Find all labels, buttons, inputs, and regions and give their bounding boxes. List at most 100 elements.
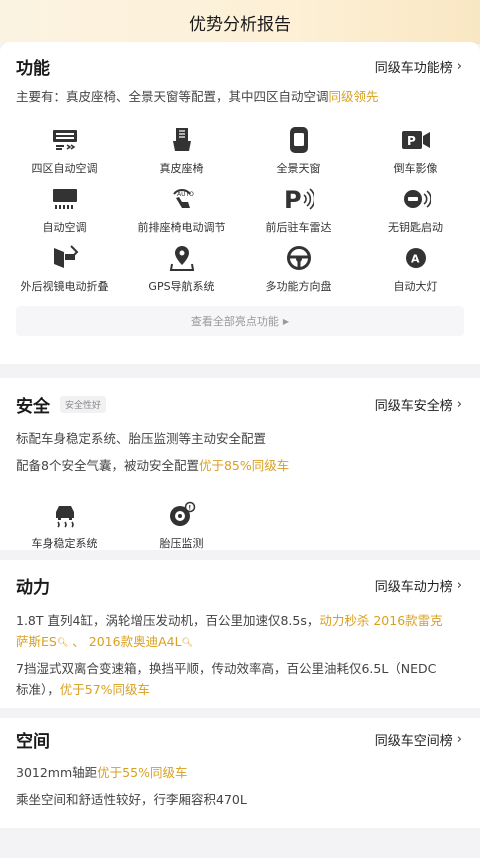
feature-grid: 四区自动空调 真皮座椅 全景天窗 P 倒车影像 自动空调 AUTO 前排座椅电动… [0,123,480,300]
feature-item[interactable]: 真皮座椅 [123,123,240,182]
safety-rank-link[interactable]: 同级车安全榜 › [375,395,462,414]
feature-label: 无钥匙启动 [388,221,443,234]
power-title: 动力 [16,577,50,598]
chevron-right-icon: › [456,58,462,74]
search-icon: 🔍︎ [181,638,193,648]
feature-label: 自动空调 [42,221,87,234]
feature-label: 全景天窗 [276,162,321,175]
function-title: 功能 [16,58,50,79]
space-line2: 乘坐空间和舒适性较好，行李厢容积470L [16,792,247,807]
feature-label: 多功能方向盘 [265,280,332,293]
sunroof-icon [284,125,314,155]
triangle-right-icon: ▶ [282,316,290,326]
feature-item[interactable]: 自动空调 [6,182,123,241]
power-seat-icon: AUTO [167,184,197,214]
feature-item[interactable]: 无钥匙启动 [357,182,474,241]
safety-line2: 配备8个安全气囊，被动安全配置优于85%同级车 [0,455,480,476]
feature-item[interactable]: ! 胎压监测 [123,498,240,557]
feature-item[interactable]: P 倒车影像 [357,123,474,182]
power-line2: 7挡湿式双离合变速箱，换挡平顺，传动效率高，百公里油耗仅6.5L（NEDC 标准）… [0,658,480,700]
feature-label: 前后驻车雷达 [265,221,332,234]
power-rank-link[interactable]: 同级车动力榜 › [375,576,462,595]
feature-item[interactable]: 四区自动空调 [6,123,123,182]
space-line1-highlight: 优于55%同级车 [97,765,188,780]
top-bar: 优势分析报告 [0,0,480,44]
space-card: 空间 同级车空间榜 › 3012mm轴距优于55%同级车 乘坐空间和舒适性较好，… [0,718,480,828]
safety-rank-label: 同级车安全榜 [374,398,453,414]
feature-item[interactable]: 全景天窗 [240,123,357,182]
svg-text:A: A [411,253,420,266]
auto-ac-icon [50,184,80,214]
feature-label: 倒车影像 [393,162,438,175]
compare-link-audi-label: 2016款奥迪A4L [88,634,182,649]
space-title: 空间 [16,731,50,752]
feature-item[interactable]: GPS导航系统 [123,241,240,300]
seat-icon [167,125,197,155]
feature-label: 前排座椅电动调节 [137,221,226,234]
power-header: 动力 同级车动力榜 › [0,560,480,610]
power-line2-text-b: 标准）， [16,682,60,697]
compare-link-lexus-b: 萨斯ES [16,634,57,649]
safety-feature-grid: 车身稳定系统 ! 胎压监测 [0,498,480,557]
power-line1-text: 1.8T 直列4缸，涡轮增压发动机，百公里加速仅8.5s， [16,613,320,628]
feature-label: 胎压监测 [159,537,204,550]
stability-control-icon [50,500,80,530]
mirror-fold-icon [50,243,80,273]
feature-item[interactable]: 车身稳定系统 [6,498,123,557]
feature-item[interactable]: AUTO 前排座椅电动调节 [123,182,240,241]
chevron-right-icon: › [456,731,462,747]
feature-label: 四区自动空调 [31,162,98,175]
safety-line2-text: 配备8个安全气囊，被动安全配置 [16,458,199,473]
view-all-features-button[interactable]: 查看全部亮点功能 ▶ [16,306,464,336]
reverse-camera-icon: P [401,125,431,155]
function-summary: 主要有：真皮座椅、全景天窗等配置，其中四区自动空调同级领先 [0,86,480,107]
function-rank-label: 同级车功能榜 [374,60,453,76]
space-rank-link[interactable]: 同级车空间榜 › [375,730,462,749]
feature-label: 外后视镜电动折叠 [20,280,109,293]
function-card: 功能 同级车功能榜 › 主要有：真皮座椅、全景天窗等配置，其中四区自动空调同级领… [0,42,480,364]
space-line1-text: 3012mm轴距 [16,765,98,780]
feature-item[interactable]: A 自动大灯 [357,241,474,300]
compare-link-audi[interactable]: 2016款奥迪A4L🔍︎ [89,634,193,649]
steering-wheel-icon [284,243,314,273]
power-line2-text: 7挡湿式双离合变速箱，换挡平顺，传动效率高，百公里油耗仅6.5L（NEDC [16,661,437,676]
safety-line1: 标配车身稳定系统、胎压监测等主动安全配置 [16,431,267,446]
power-rank-label: 同级车动力榜 [374,579,453,595]
feature-label: 自动大灯 [393,280,438,293]
svg-text:P: P [407,134,416,148]
auto-headlight-icon: A [401,243,431,273]
chevron-right-icon: › [456,577,462,593]
svg-text:!: ! [188,504,191,512]
svg-text:AUTO: AUTO [177,191,194,198]
safety-title: 安全 [16,396,50,417]
space-line1: 3012mm轴距优于55%同级车 [0,762,480,783]
power-card: 动力 同级车动力榜 › 1.8T 直列4缸，涡轮增压发动机，百公里加速仅8.5s… [0,560,480,708]
space-rank-label: 同级车空间榜 [374,733,453,749]
tire-pressure-icon: ! [167,500,197,530]
svg-text:P: P [284,186,302,212]
feature-item[interactable]: P 前后驻车雷达 [240,182,357,241]
safety-title-wrap: 安全 安全性好 [16,392,107,417]
compare-link-lexus-a: 2016款雷克 [373,613,443,628]
safety-card: 安全 安全性好 同级车安全榜 › 标配车身稳定系统、胎压监测等主动安全配置 配备… [0,378,480,550]
ac-vent-icon [50,125,80,155]
safety-badge: 安全性好 [60,395,107,413]
function-summary-text: 主要有：真皮座椅、全景天窗等配置，其中四区自动空调 [16,89,329,104]
power-line1-highlight: 动力秒杀 [319,613,370,628]
link-separator: 、 [72,634,85,649]
feature-label: 车身稳定系统 [31,537,98,550]
power-line2-highlight: 优于57%同级车 [59,682,151,697]
parking-radar-icon: P [284,184,314,214]
function-summary-highlight: 同级领先 [328,89,379,104]
gps-icon [167,243,197,273]
feature-label: 真皮座椅 [159,162,204,175]
power-line1: 1.8T 直列4缸，涡轮增压发动机，百公里加速仅8.5s，动力秒杀 2016款雷… [0,610,480,654]
chevron-right-icon: › [456,396,462,412]
safety-line2-highlight: 优于85%同级车 [198,458,290,473]
keyless-start-icon [401,184,431,214]
feature-label: GPS导航系统 [148,280,215,293]
function-rank-link[interactable]: 同级车功能榜 › [375,57,462,76]
feature-item[interactable]: 外后视镜电动折叠 [6,241,123,300]
feature-item[interactable]: 多功能方向盘 [240,241,357,300]
search-icon: 🔍︎ [56,638,69,648]
